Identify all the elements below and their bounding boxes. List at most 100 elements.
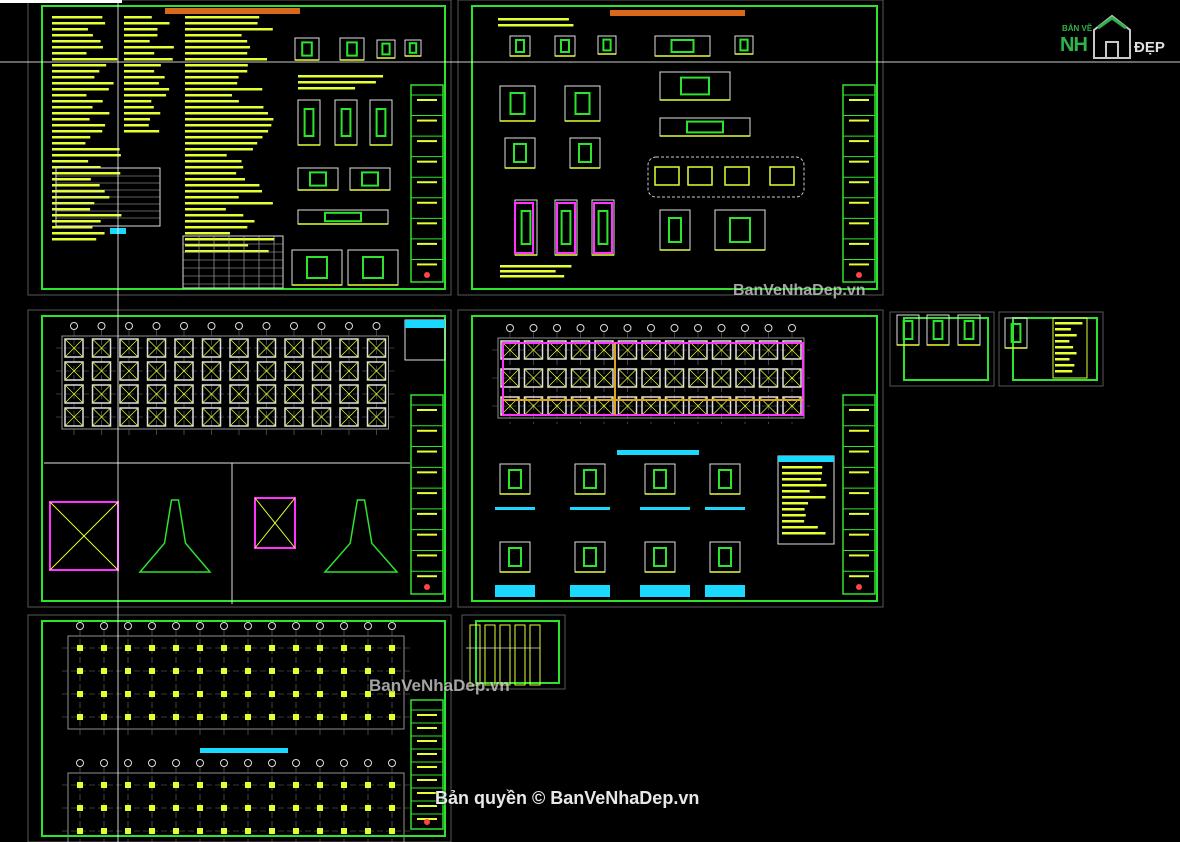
- grid-bubble: [124, 622, 132, 630]
- detail-sketch: [369, 99, 393, 146]
- grid-bubble: [372, 322, 381, 330]
- column: [293, 668, 299, 674]
- column: [173, 828, 179, 834]
- column: [365, 714, 371, 720]
- column: [317, 691, 323, 697]
- watermark-mid: BanVeNhaDep.vn: [733, 282, 866, 299]
- grid-bubble: [576, 324, 585, 332]
- grid-bubble: [364, 622, 372, 630]
- column: [77, 714, 83, 720]
- drawing-canvas[interactable]: [0, 0, 1180, 842]
- grid-bubble: [220, 622, 228, 630]
- column: [173, 805, 179, 811]
- grid-bubble: [741, 324, 749, 332]
- column: [341, 645, 347, 651]
- grid-bubble: [292, 759, 300, 767]
- detail-sketch: [297, 99, 321, 146]
- column: [125, 805, 131, 811]
- footing-section: [138, 499, 212, 573]
- column: [389, 805, 395, 811]
- column: [269, 668, 275, 674]
- column: [245, 782, 251, 788]
- detail-sketch: [644, 541, 676, 573]
- column: [269, 714, 275, 720]
- detail-sketch: [574, 463, 606, 495]
- grid-bubble: [172, 759, 180, 767]
- detail-sketch: [339, 37, 365, 61]
- title-stamp: [424, 819, 430, 825]
- grid-bubble: [262, 322, 271, 330]
- column: [149, 691, 155, 697]
- grid-bubble: [764, 324, 773, 332]
- column: [197, 714, 203, 720]
- column: [317, 805, 323, 811]
- column: [245, 668, 251, 674]
- title-block: [842, 84, 876, 283]
- column: [125, 668, 131, 674]
- grid-bubble: [788, 324, 796, 332]
- column: [293, 691, 299, 697]
- grid-bubble: [100, 622, 108, 630]
- detail-sketch: [504, 137, 536, 169]
- sheet-frame: [475, 620, 560, 684]
- column: [149, 714, 155, 720]
- grid-bubble: [235, 322, 243, 330]
- column: [341, 805, 347, 811]
- rebar-schedule: [777, 455, 835, 545]
- grid-bubble: [196, 622, 204, 630]
- grid-bubble: [180, 322, 188, 330]
- grid-bubble: [623, 324, 632, 332]
- grid-bubble: [244, 622, 252, 630]
- column: [197, 805, 203, 811]
- grid-bubble: [76, 759, 84, 767]
- column: [125, 782, 131, 788]
- column: [245, 714, 251, 720]
- column: [221, 668, 227, 674]
- column: [365, 668, 371, 674]
- sheet-frame: [903, 317, 989, 381]
- column: [365, 645, 371, 651]
- column: [317, 828, 323, 834]
- column: [245, 828, 251, 834]
- grid-bubble: [317, 322, 326, 330]
- grid-bubble: [647, 324, 655, 332]
- column: [77, 828, 83, 834]
- column: [77, 645, 83, 651]
- detail-sketch: [714, 209, 766, 251]
- grid-bubble: [340, 759, 348, 767]
- detail-sketch: [591, 199, 615, 256]
- column: [221, 714, 227, 720]
- detail-sketch: [896, 314, 920, 346]
- grid-bubble: [207, 322, 216, 330]
- column: [293, 782, 299, 788]
- grid-bubble: [316, 622, 324, 630]
- column: [221, 645, 227, 651]
- column: [269, 805, 275, 811]
- column: [77, 668, 83, 674]
- column: [101, 691, 107, 697]
- grid-bubble: [148, 622, 156, 630]
- column: [149, 668, 155, 674]
- column: [125, 714, 131, 720]
- column: [197, 782, 203, 788]
- column: [173, 691, 179, 697]
- column: [173, 782, 179, 788]
- footing-section: [323, 499, 399, 573]
- title-block: [410, 394, 444, 595]
- watermark-left: BanVeNhaDep.vn: [369, 676, 510, 695]
- column: [365, 805, 371, 811]
- detail-sketch: [499, 541, 531, 573]
- detail-sketch: [297, 167, 339, 191]
- column: [221, 691, 227, 697]
- grid-bubble: [70, 322, 78, 330]
- grid-bubble: [388, 759, 396, 767]
- detail-sketch: [957, 314, 981, 346]
- grid-bubble: [717, 324, 726, 332]
- detail-sketch: [347, 249, 399, 286]
- detail-sketch: [291, 249, 343, 286]
- column: [245, 645, 251, 651]
- column: [101, 828, 107, 834]
- grid-bubble: [268, 622, 276, 630]
- detail-sketch: [709, 541, 741, 573]
- column: [341, 828, 347, 834]
